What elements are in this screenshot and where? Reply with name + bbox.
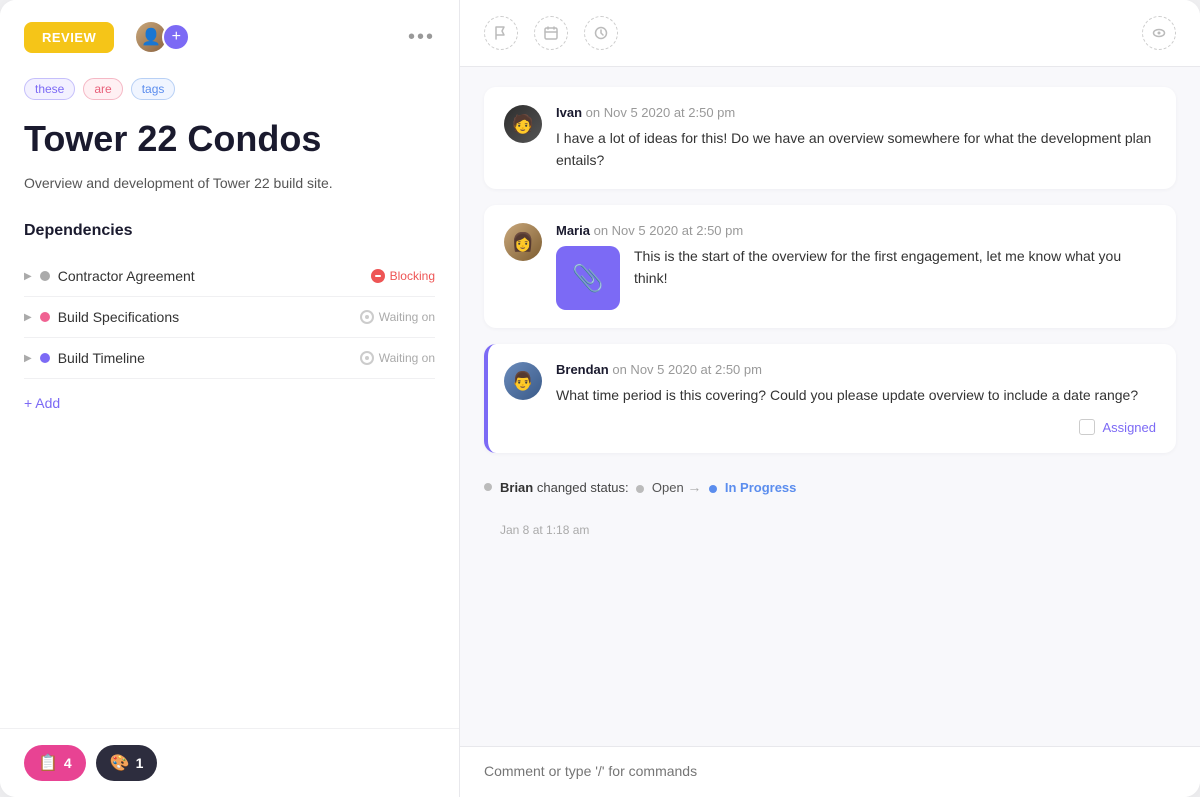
comment-avatar-ivan: 🧑 <box>504 105 542 143</box>
clock-button[interactable] <box>584 16 618 50</box>
dep-status-label: Waiting on <box>379 310 435 324</box>
comment-meta: Brendan on Nov 5 2020 at 2:50 pm <box>556 362 1156 377</box>
figma-badge[interactable]: 🎨 1 <box>96 745 158 781</box>
comment-time: on Nov 5 2020 at 2:50 pm <box>594 223 744 238</box>
open-dot-icon <box>636 485 644 493</box>
comment-input[interactable] <box>484 763 1176 779</box>
notion-icon: 📋 <box>38 753 58 773</box>
comment-text: This is the start of the overview for th… <box>634 246 1156 289</box>
status-change-action: changed status: <box>537 480 629 495</box>
figma-count: 1 <box>136 755 144 771</box>
figma-icon: 🎨 <box>110 753 130 773</box>
dep-status-badge: Waiting on <box>360 307 435 327</box>
dep-dot-gray-icon <box>40 271 50 281</box>
right-footer <box>460 746 1200 797</box>
notion-count: 4 <box>64 755 72 771</box>
dependency-item: ▶ Build Specifications Waiting on <box>24 297 435 338</box>
status-change-row: Brian changed status: Open → In Progress <box>484 469 1176 505</box>
notion-badge[interactable]: 📋 4 <box>24 745 86 781</box>
waiting-icon <box>360 351 374 365</box>
add-dependency-button[interactable]: + Add <box>24 395 60 411</box>
status-arrow-icon: → <box>687 479 705 495</box>
tag-these[interactable]: these <box>24 78 75 100</box>
comment-time: on Nov 5 2020 at 2:50 pm <box>612 362 762 377</box>
right-header <box>460 0 1200 67</box>
dependencies-section-title: Dependencies <box>24 222 435 240</box>
more-options-button[interactable]: ••• <box>408 26 435 49</box>
expand-arrow-icon[interactable]: ▶ <box>24 353 32 364</box>
tag-are[interactable]: are <box>83 78 122 100</box>
comment-avatar-maria: 👩 <box>504 223 542 261</box>
paperclip-icon: 📎 <box>572 263 604 294</box>
status-change-text: Brian changed status: Open → In Progress <box>500 479 796 495</box>
avatar-image-maria: 👩 <box>504 223 542 261</box>
dep-dot-purple-icon <box>40 353 50 363</box>
left-header: REVIEW 👤 + ••• <box>0 0 459 74</box>
avatar-group: 👤 + <box>134 20 190 54</box>
page-description: Overview and development of Tower 22 bui… <box>24 173 435 194</box>
tags-row: these are tags <box>24 78 435 100</box>
dependency-item: ▶ Build Timeline Waiting on <box>24 338 435 379</box>
comment-text: What time period is this covering? Could… <box>556 385 1156 407</box>
page-title: Tower 22 Condos <box>24 118 435 159</box>
dependencies-list: ▶ Contractor Agreement Blocking ▶ Build … <box>24 256 435 379</box>
avatar-image-ivan: 🧑 <box>504 105 542 143</box>
comment-author: Ivan <box>556 105 582 120</box>
comment-meta: Maria on Nov 5 2020 at 2:50 pm <box>556 223 1156 238</box>
dep-status-badge: Blocking <box>371 266 435 286</box>
comment-card-highlighted: 👨 Brendan on Nov 5 2020 at 2:50 pm What … <box>484 344 1176 453</box>
comment-body: Brendan on Nov 5 2020 at 2:50 pm What ti… <box>556 362 1156 435</box>
dep-dot-pink-icon <box>40 312 50 322</box>
assigned-label: Assigned <box>1103 420 1156 435</box>
add-member-button[interactable]: + <box>162 23 190 51</box>
app-container: REVIEW 👤 + ••• these are tags Tower 22 C… <box>0 0 1200 797</box>
status-from: Open <box>652 480 684 495</box>
calendar-button[interactable] <box>534 16 568 50</box>
attachment-block: 📎 This is the start of the overview for … <box>556 246 1156 310</box>
comment-text: I have a lot of ideas for this! Do we ha… <box>556 128 1156 171</box>
dep-name: Build Specifications <box>58 309 352 325</box>
dep-name: Build Timeline <box>58 350 352 366</box>
comment-avatar-brendan: 👨 <box>504 362 542 400</box>
expand-arrow-icon[interactable]: ▶ <box>24 312 32 323</box>
comment-body: Maria on Nov 5 2020 at 2:50 pm 📎 This is… <box>556 223 1156 310</box>
clock-icon <box>593 25 609 41</box>
attachment-thumbnail[interactable]: 📎 <box>556 246 620 310</box>
comment-body: Ivan on Nov 5 2020 at 2:50 pm I have a l… <box>556 105 1156 171</box>
assigned-row: Assigned <box>556 419 1156 435</box>
flag-icon <box>493 25 509 41</box>
dep-status-label: Waiting on <box>379 351 435 365</box>
blocking-icon <box>371 269 385 283</box>
tag-tags[interactable]: tags <box>131 78 176 100</box>
in-progress-dot-icon <box>709 485 717 493</box>
comment-card: 🧑 Ivan on Nov 5 2020 at 2:50 pm I have a… <box>484 87 1176 189</box>
comment-author: Maria <box>556 223 590 238</box>
calendar-icon <box>543 25 559 41</box>
dependency-item: ▶ Contractor Agreement Blocking <box>24 256 435 297</box>
left-panel: REVIEW 👤 + ••• these are tags Tower 22 C… <box>0 0 460 797</box>
review-button[interactable]: REVIEW <box>24 22 114 53</box>
status-change-author: Brian <box>500 480 533 495</box>
flag-button[interactable] <box>484 16 518 50</box>
comment-author: Brendan <box>556 362 609 377</box>
left-footer: 📋 4 🎨 1 <box>0 728 459 797</box>
status-to: In Progress <box>725 480 797 495</box>
avatar-image-brendan: 👨 <box>504 362 542 400</box>
comment-meta: Ivan on Nov 5 2020 at 2:50 pm <box>556 105 1156 120</box>
right-panel: 🧑 Ivan on Nov 5 2020 at 2:50 pm I have a… <box>460 0 1200 797</box>
comment-card: 👩 Maria on Nov 5 2020 at 2:50 pm 📎 This … <box>484 205 1176 328</box>
waiting-icon <box>360 310 374 324</box>
comment-time: on Nov 5 2020 at 2:50 pm <box>586 105 736 120</box>
expand-arrow-icon[interactable]: ▶ <box>24 271 32 282</box>
status-change-dot-icon <box>484 483 492 491</box>
status-change-date: Jan 8 at 1:18 am <box>500 523 1176 537</box>
assigned-checkbox[interactable] <box>1079 419 1095 435</box>
dep-status-label: Blocking <box>390 269 435 283</box>
eye-icon <box>1151 25 1167 41</box>
dep-name: Contractor Agreement <box>58 268 363 284</box>
dep-status-badge: Waiting on <box>360 348 435 368</box>
left-content: these are tags Tower 22 Condos Overview … <box>0 74 459 728</box>
visibility-button[interactable] <box>1142 16 1176 50</box>
comments-area: 🧑 Ivan on Nov 5 2020 at 2:50 pm I have a… <box>460 67 1200 746</box>
